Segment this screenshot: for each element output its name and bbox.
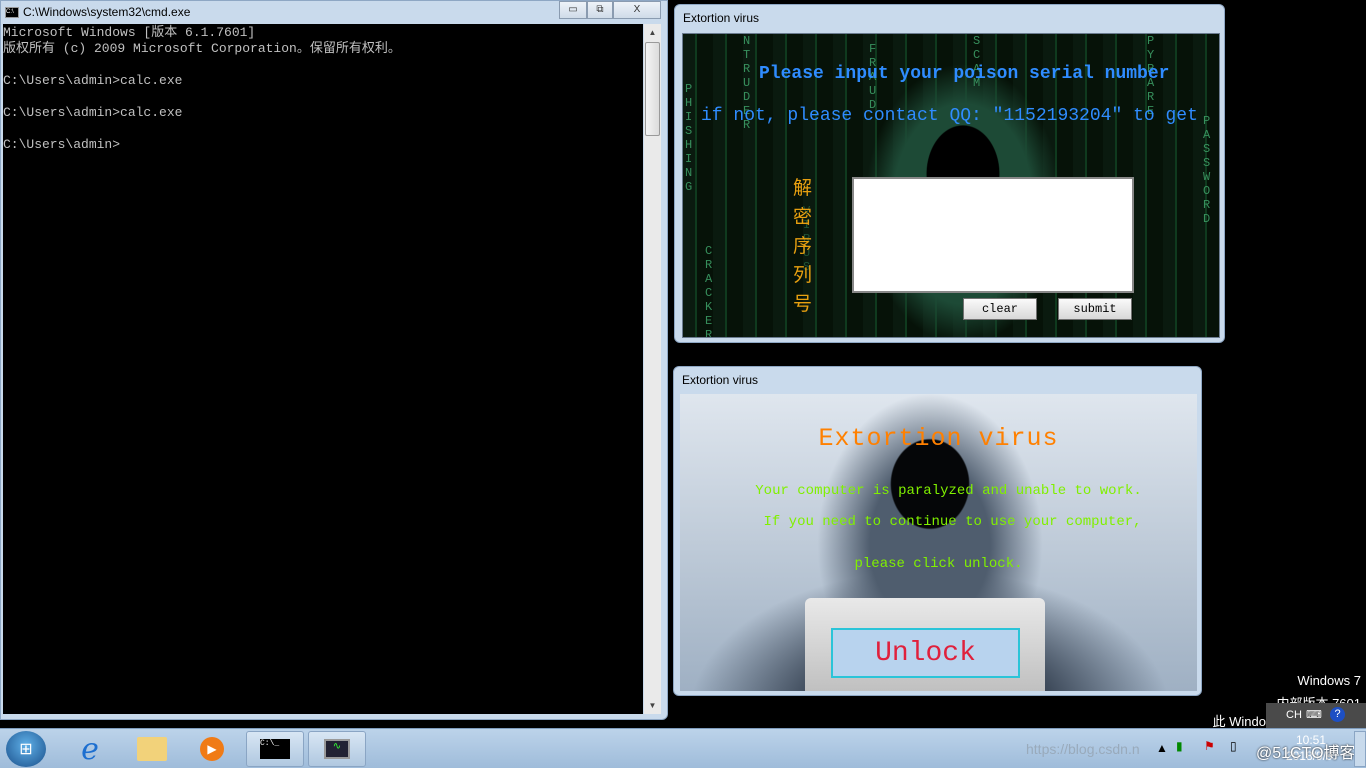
media-player-icon[interactable]: ▶: [190, 731, 234, 767]
console-line: C:\Users\admin>: [3, 137, 121, 152]
network-meter-icon[interactable]: ▮: [1176, 739, 1183, 753]
power-icon[interactable]: ▯: [1230, 739, 1237, 753]
cmd-icon: C:\: [5, 7, 19, 18]
resource-monitor-taskbar-button[interactable]: ∿: [308, 731, 366, 767]
scroll-thumb[interactable]: [645, 42, 660, 136]
serial-label: 解密序列号: [793, 178, 813, 315]
extortion-window-serial: Extortion virus NTRUDER FRAUD SCAM PYRAR…: [674, 4, 1225, 343]
hacker-background: Extortion virus Your computer is paralyz…: [680, 394, 1197, 691]
matrix-text: PHISHING: [685, 82, 693, 194]
show-desktop-button[interactable]: [1354, 731, 1366, 767]
heading: Extortion virus: [818, 424, 1059, 453]
serial-input[interactable]: [852, 177, 1134, 293]
windows-explorer-icon[interactable]: [130, 731, 174, 767]
message-line: please click unlock.: [854, 556, 1023, 572]
extortion-window-unlock: Extortion virus Extortion virus Your com…: [673, 366, 1202, 696]
window-title: Extortion virus: [682, 373, 759, 387]
windows-logo-icon: ⊞: [19, 741, 33, 758]
language-bar[interactable]: CH ⌨ ?: [1266, 703, 1366, 729]
help-icon[interactable]: ?: [1330, 707, 1345, 722]
window-title: Extortion virus: [683, 11, 760, 25]
cmd-taskbar-button[interactable]: C:\_: [246, 731, 304, 767]
start-button[interactable]: ⊞: [6, 731, 46, 767]
action-center-icon[interactable]: ⚑: [1204, 739, 1215, 753]
hacker-background: NTRUDER FRAUD SCAM PYRARE PHISHING CRACK…: [682, 33, 1220, 338]
maximize-button[interactable]: ⧉: [587, 1, 613, 19]
url-overlay: https://blog.csdn.n: [1026, 741, 1140, 757]
scroll-up-icon[interactable]: ▲: [644, 24, 661, 41]
matrix-text: CRACKER: [705, 244, 713, 338]
scroll-down-icon[interactable]: ▼: [644, 697, 661, 714]
credit-watermark: @51CTO博客: [1256, 745, 1356, 762]
submit-button[interactable]: submit: [1058, 298, 1132, 320]
close-button[interactable]: X: [613, 1, 661, 19]
console-line: Microsoft Windows [版本 6.1.7601]: [3, 25, 256, 40]
contact-message: if not, please contact QQ: ″1152193204″ …: [701, 106, 1198, 126]
minimize-button[interactable]: ▭: [559, 1, 587, 19]
keyboard-icon[interactable]: ⌨: [1306, 708, 1322, 721]
taskbar: ⊞ e ▶ C:\_ ∿ https://blog.csdn.n ▲ ▮ ⚑ ▯…: [0, 728, 1366, 768]
internet-explorer-icon[interactable]: e: [68, 731, 112, 767]
message-line: If you need to continue to use your comp…: [763, 514, 1142, 530]
unlock-button[interactable]: Unlock: [831, 628, 1020, 678]
console-line: C:\Users\admin>calc.exe: [3, 73, 183, 88]
matrix-text: PASSWORD: [1203, 114, 1211, 226]
window-title: C:\Windows\system32\cmd.exe: [23, 5, 191, 19]
watermark-line: Windows 7: [1297, 673, 1361, 688]
console-line: C:\Users\admin>calc.exe: [3, 105, 183, 120]
show-hidden-icons[interactable]: ▲: [1156, 741, 1168, 755]
clear-button[interactable]: clear: [963, 298, 1037, 320]
language-indicator[interactable]: CH: [1286, 709, 1302, 721]
scrollbar[interactable]: ▲ ▼: [644, 24, 661, 714]
console-line: 版权所有 (c) 2009 Microsoft Corporation。保留所有…: [3, 41, 401, 56]
message-line: Your computer is paralyzed and unable to…: [755, 483, 1142, 499]
console-output[interactable]: Microsoft Windows [版本 6.1.7601] 版权所有 (c) …: [3, 24, 643, 714]
cmd-window: C:\ C:\Windows\system32\cmd.exe ▭ ⧉ X Mi…: [0, 0, 668, 720]
serial-prompt: Please input your poison serial number: [759, 64, 1170, 84]
